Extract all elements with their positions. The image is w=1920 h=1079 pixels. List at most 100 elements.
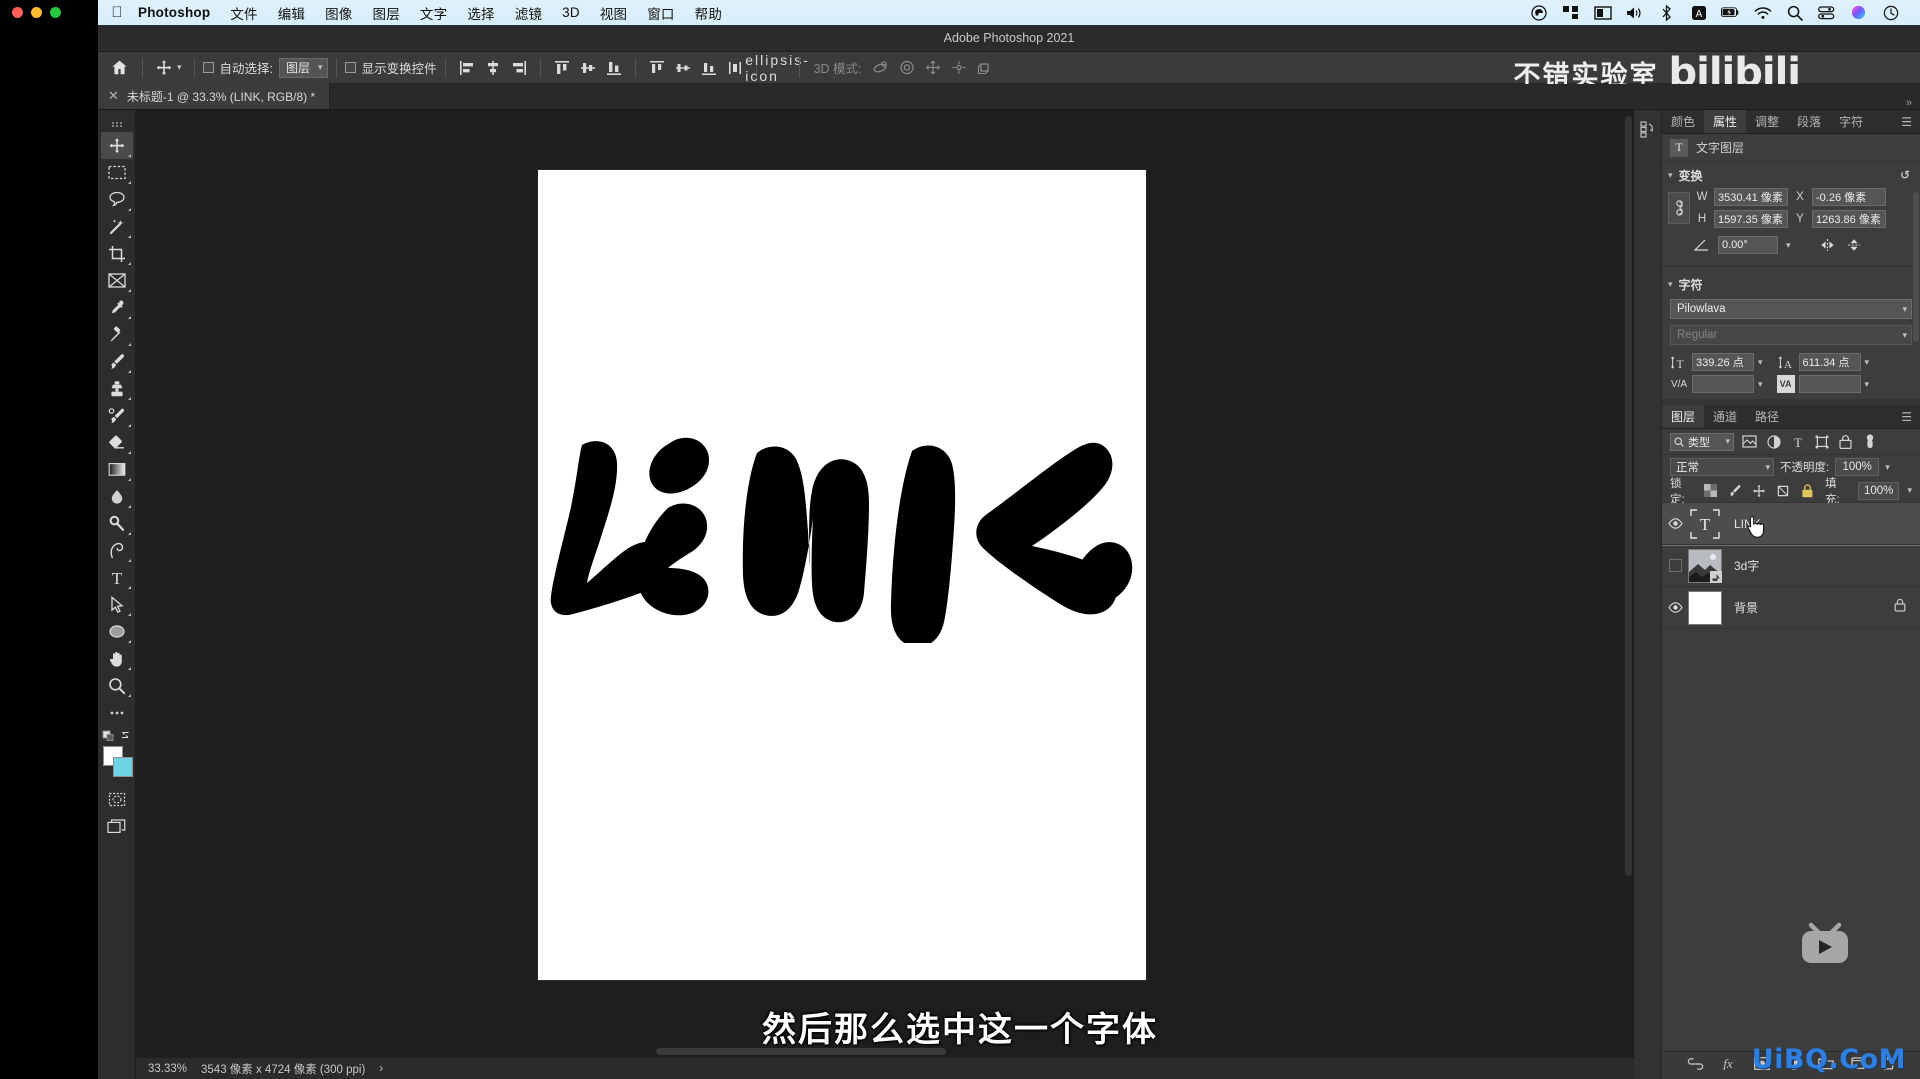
roll-3d-icon[interactable] [894,55,920,81]
y-input[interactable]: 1263.86 像素 [1812,210,1886,228]
lock-image-icon[interactable] [1727,482,1743,499]
font-style-dropdown[interactable]: Regular ▾ [1670,325,1912,345]
menu-item-window[interactable]: 窗口 [637,3,684,23]
marquee-tool[interactable] [101,159,133,186]
type-filter-icon[interactable]: T [1789,433,1806,450]
panel-menu-icon[interactable]: ☰ [1893,110,1920,133]
character-section-header[interactable]: ▾ 字符 [1662,271,1920,297]
kerning-input[interactable] [1692,375,1754,393]
blur-tool[interactable] [101,483,133,510]
layer-visibility-toggle[interactable] [1662,518,1688,529]
menu-item-3d[interactable]: 3D [552,5,590,20]
more-options-icon[interactable]: ellipsis-icon [745,52,808,84]
battery-icon[interactable] [1721,3,1740,22]
menu-item-select[interactable]: 选择 [457,3,504,23]
menu-item-type[interactable]: 文字 [410,3,457,23]
edit-toolbar-button[interactable] [101,699,133,726]
blend-mode-dropdown[interactable]: 正常 ▾ [1670,458,1774,476]
pen-tool[interactable] [101,537,133,564]
volume-icon[interactable] [1625,3,1644,22]
chevron-down-icon[interactable]: ▾ [1758,357,1763,368]
link-aspect-icon[interactable] [1668,192,1690,224]
apple-icon[interactable]:  [106,5,128,20]
layer-visibility-toggle[interactable] [1662,602,1688,613]
layer-kind-dropdown[interactable]: 类型 ▾ [1670,432,1734,451]
reset-icon[interactable]: ↺ [1900,168,1920,182]
zoom-level[interactable]: 33.33% [148,1063,187,1075]
layer-name[interactable]: 3d字 [1734,557,1759,574]
close-icon[interactable]: ✕ [108,88,119,104]
screen-mode-icon[interactable] [101,813,133,840]
pan-3d-icon[interactable] [920,55,946,81]
distribute-top-icon[interactable] [644,55,670,81]
leading-input[interactable]: 611.34 点 [1798,353,1861,371]
table-row[interactable]: 3d字 [1662,545,1920,587]
opacity-input[interactable]: 100% [1835,458,1880,476]
tab-properties[interactable]: 属性 [1704,110,1747,133]
angle-input[interactable]: 0.00° [1718,236,1778,254]
type-tool[interactable]: T [101,564,133,591]
chevron-down-icon[interactable]: ▾ [1865,357,1870,368]
menu-item-view[interactable]: 视图 [590,3,637,23]
move-tool[interactable] [100,132,133,159]
align-bottom-icon[interactable] [601,55,627,81]
filter-toggle-icon[interactable] [1861,433,1878,450]
minimize-window-button[interactable] [31,7,42,18]
slide-3d-icon[interactable] [946,55,972,81]
menu-item-image[interactable]: 图像 [315,3,362,23]
shape-tool[interactable] [101,618,133,645]
toolbar-drag-handle[interactable] [101,116,133,132]
panel-menu-icon[interactable]: ☰ [1893,405,1920,428]
crop-tool[interactable] [101,240,133,267]
input-source-icon[interactable]: A [1689,3,1708,22]
menu-item-file[interactable]: 文件 [220,3,267,23]
font-family-dropdown[interactable]: Pilowlava ▾ [1670,299,1912,319]
frame-tool[interactable] [101,267,133,294]
maximize-window-button[interactable] [50,7,61,18]
distribute-bottom-icon[interactable] [696,55,722,81]
table-row[interactable]: T LINK [1662,503,1920,546]
window-traffic-lights[interactable] [12,7,61,18]
layer-thumbnail-image[interactable] [1688,548,1722,583]
chevron-right-icon[interactable]: » [1906,97,1912,109]
tab-character[interactable]: 字符 [1830,110,1872,133]
tab-paragraph[interactable]: 段落 [1788,110,1830,133]
align-middle-v-icon[interactable] [575,55,601,81]
home-icon[interactable] [104,55,134,81]
menu-item-layer[interactable]: 图层 [363,3,410,23]
shape-filter-icon[interactable] [1813,433,1830,450]
chevron-down-icon[interactable]: ▾ [1885,462,1890,473]
libraries-icon[interactable] [1637,118,1659,140]
hand-tool[interactable] [101,645,133,672]
menu-item-edit[interactable]: 编辑 [268,3,315,23]
lock-transparency-icon[interactable] [1703,482,1719,499]
gradient-tool[interactable] [101,456,133,483]
color-swatches[interactable] [101,746,133,778]
close-window-button[interactable] [12,7,23,18]
tab-paths[interactable]: 路径 [1746,405,1788,428]
lock-artboard-icon[interactable] [1775,482,1791,499]
wifi-icon[interactable] [1753,3,1772,22]
canvas-area[interactable] [136,110,1634,1057]
magic-wand-tool[interactable] [101,213,133,240]
bluetooth-icon[interactable] [1657,3,1676,22]
distribute-center-icon[interactable] [670,55,696,81]
grid-icon[interactable] [1561,3,1580,22]
chevron-down-icon[interactable]: ▾ [177,62,182,73]
fill-input[interactable]: 100% [1857,481,1900,500]
link-layers-icon[interactable] [1687,1057,1704,1075]
tracking-input[interactable] [1798,375,1861,393]
layer-thumbnail-text[interactable]: T [1688,507,1722,541]
distribute-spacing-icon[interactable] [722,55,748,81]
height-input[interactable]: 1597.35 像素 [1714,210,1788,228]
menu-item-help[interactable]: 帮助 [685,3,732,23]
dodge-tool[interactable] [101,510,133,537]
lock-position-icon[interactable] [1751,482,1767,499]
siri-icon[interactable] [1849,3,1868,22]
align-left-icon[interactable] [454,55,480,81]
quick-mask-icon[interactable] [101,786,133,813]
path-selection-tool[interactable] [101,591,133,618]
clone-stamp-tool[interactable] [101,375,133,402]
eyedropper-tool[interactable] [101,294,133,321]
width-input[interactable]: 3530.41 像素 [1714,188,1788,206]
